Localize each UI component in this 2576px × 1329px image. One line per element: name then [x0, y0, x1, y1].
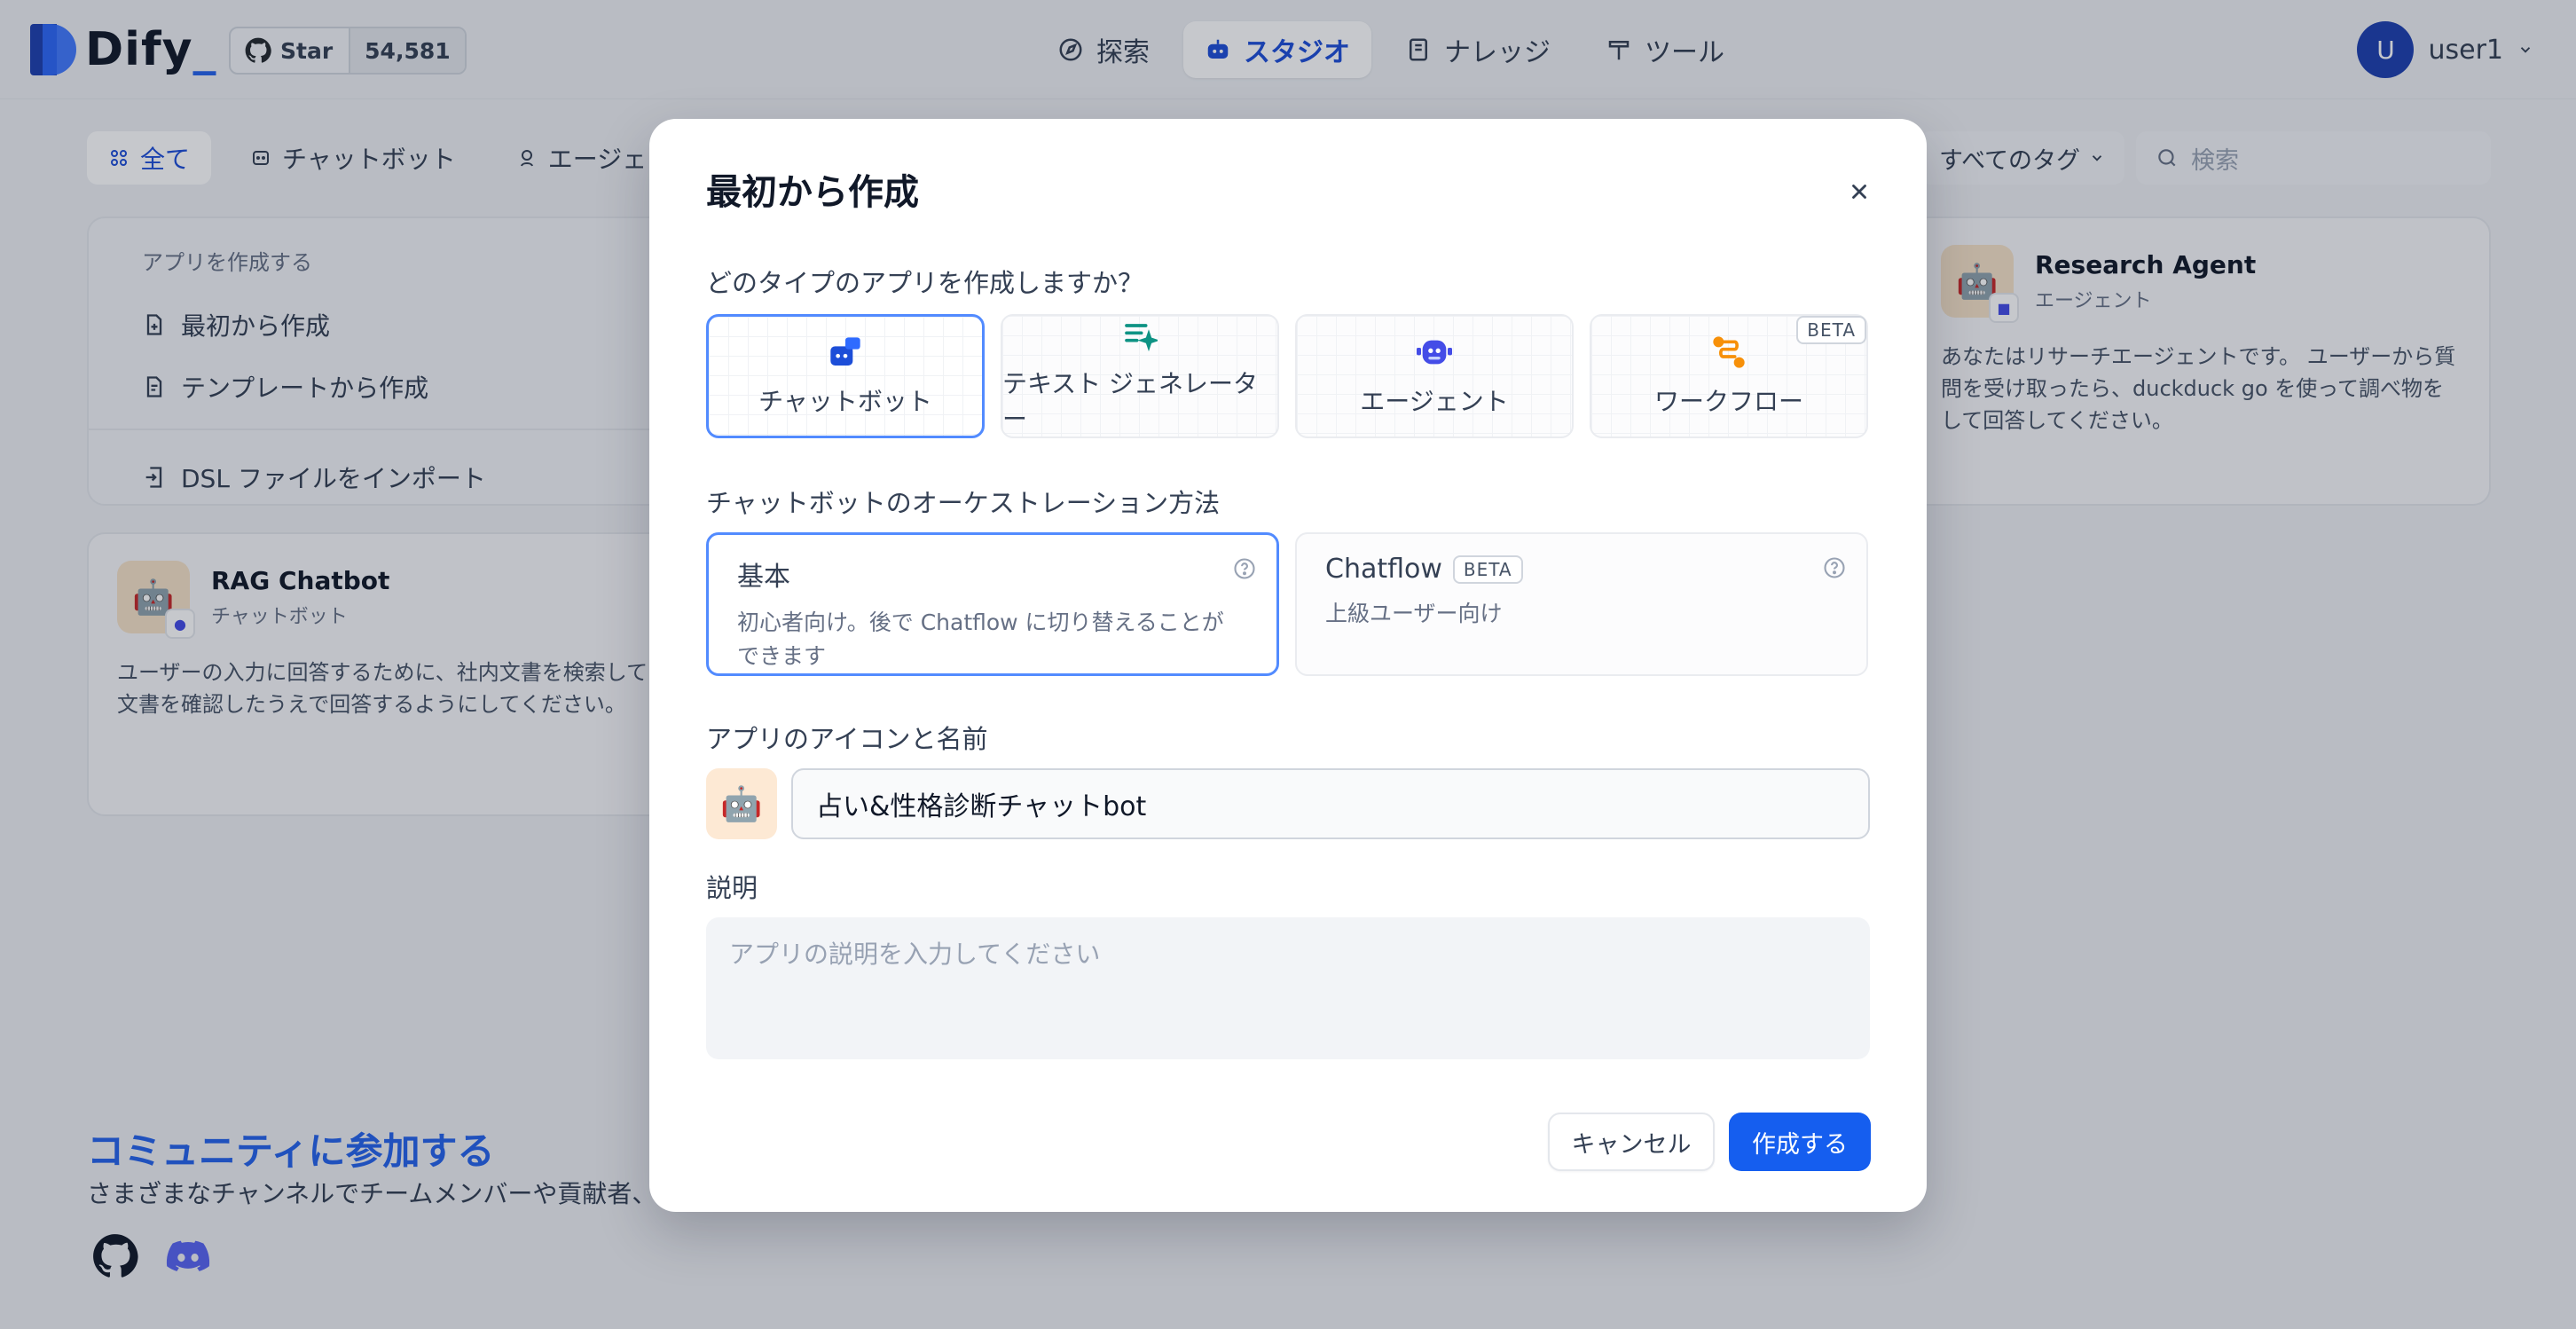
- type-text-generator-label: テキスト ジェネレーター: [1002, 369, 1259, 434]
- help-circle-icon[interactable]: [1232, 556, 1257, 581]
- orchestration-chatflow[interactable]: Chatflow BETA 上級ユーザー向け: [1295, 532, 1868, 676]
- close-icon: [1852, 185, 1866, 199]
- create-app-dialog: 最初から作成 どのタイプのアプリを作成しますか？ チャットボット テキスト ジェ…: [649, 119, 1927, 1212]
- text-sparkle-icon: [1125, 324, 1158, 352]
- beta-badge: BETA: [1452, 554, 1523, 584]
- beta-badge: BETA: [1796, 316, 1866, 344]
- dialog-title: 最初から作成: [706, 172, 919, 213]
- app-type-question: どのタイプのアプリを作成しますか？: [706, 268, 1144, 298]
- app-icon-picker[interactable]: 🤖: [706, 768, 777, 839]
- cancel-button[interactable]: キャンセル: [1548, 1113, 1715, 1171]
- app-type-options: チャットボット テキスト ジェネレーター エージェント BETA ワークフロー: [706, 314, 1868, 438]
- app-name-input[interactable]: [791, 768, 1870, 839]
- orchestration-options: 基本 初心者向け。後で Chatflow に切り替えることができます Chatf…: [706, 532, 1868, 676]
- type-text-generator[interactable]: テキスト ジェネレーター: [1001, 314, 1279, 438]
- app-description-input[interactable]: [706, 917, 1870, 1059]
- type-agent[interactable]: エージェント: [1295, 314, 1574, 438]
- orchestration-basic-title: 基本: [737, 562, 790, 593]
- orchestration-basic-description: 初心者向け。後で Chatflow に切り替えることができます: [737, 609, 1224, 669]
- chatbot-icon: [830, 337, 860, 366]
- orchestration-label: チャットボットのオーケストレーション方法: [706, 488, 1221, 518]
- type-workflow-label: ワークフロー: [1653, 387, 1803, 416]
- workflow-icon: [1713, 336, 1745, 368]
- type-chatbot-label: チャットボット: [758, 387, 932, 416]
- icon-name-label: アプリのアイコンと名前: [706, 724, 988, 754]
- orchestration-chatflow-description: 上級ユーザー向け: [1325, 601, 1503, 626]
- type-workflow[interactable]: BETA ワークフロー: [1590, 314, 1868, 438]
- orchestration-chatflow-title: Chatflow: [1325, 554, 1442, 585]
- create-button[interactable]: 作成する: [1729, 1113, 1871, 1171]
- orchestration-basic[interactable]: 基本 初心者向け。後で Chatflow に切り替えることができます: [706, 532, 1279, 676]
- close-button[interactable]: [1840, 172, 1879, 211]
- description-label: 説明: [706, 873, 758, 903]
- type-chatbot[interactable]: チャットボット: [706, 314, 985, 438]
- type-agent-label: エージェント: [1360, 387, 1509, 416]
- agent-robot-icon: [1417, 340, 1452, 365]
- robot-icon: 🤖: [720, 783, 763, 823]
- help-circle-icon[interactable]: [1822, 555, 1847, 580]
